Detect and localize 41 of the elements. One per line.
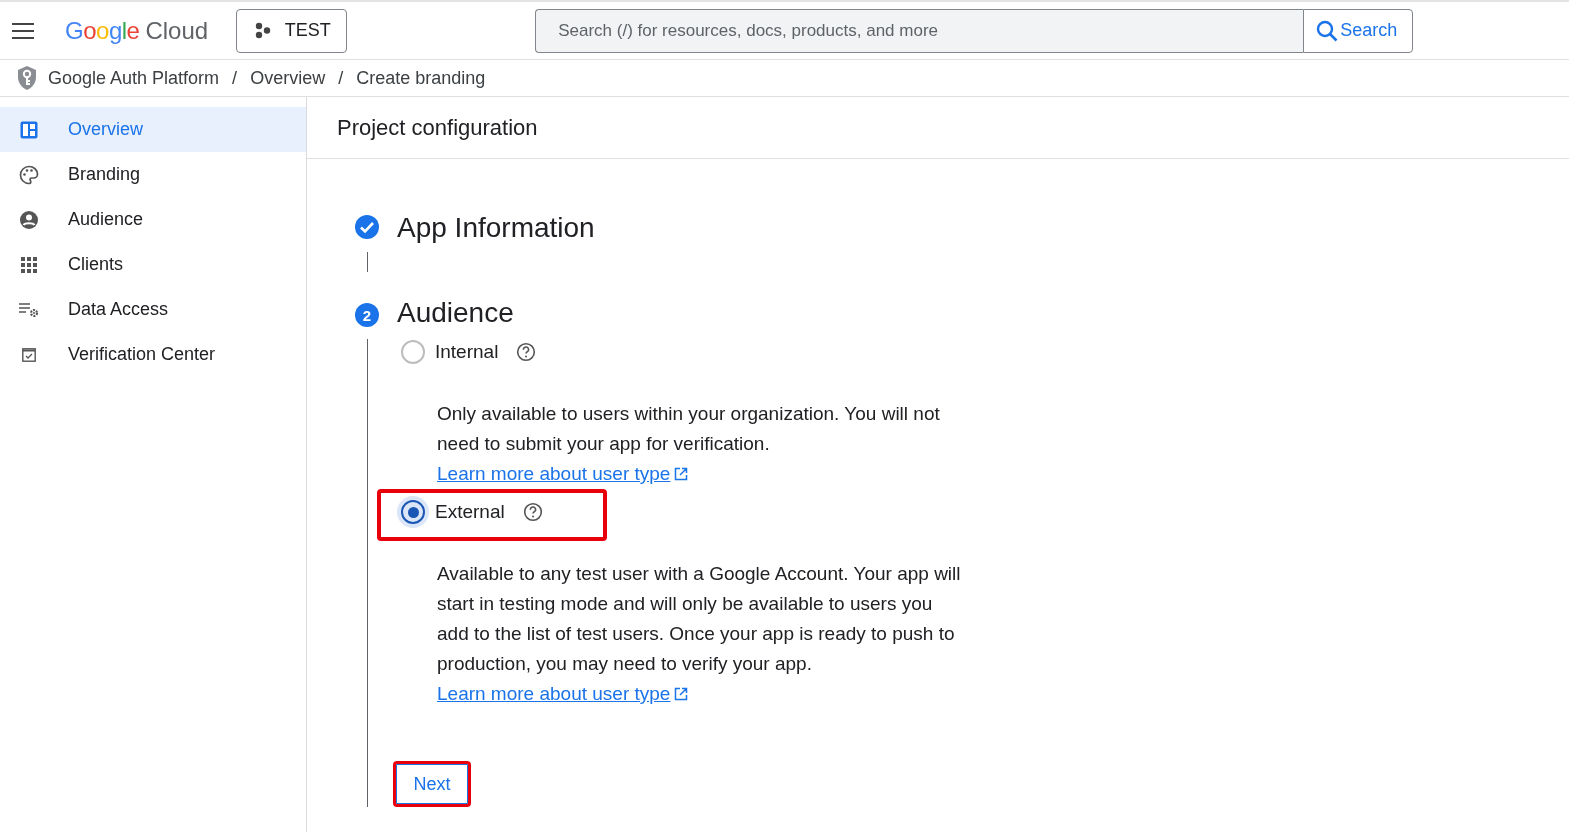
list-gear-icon	[19, 301, 39, 318]
person-icon	[19, 209, 39, 230]
help-icon[interactable]	[516, 342, 537, 362]
step-number: 2	[355, 303, 379, 327]
search-field[interactable]: Search (/) for resources, docs, products, and more	[535, 8, 1304, 53]
breadcrumb-link[interactable]: Overview	[250, 67, 326, 89]
page-title: Project configuration	[337, 114, 538, 141]
search-button[interactable]: Search	[1303, 8, 1414, 53]
grid-icon	[21, 256, 37, 273]
step-title: Audience	[397, 297, 515, 329]
breadcrumb-link[interactable]: Google Auth Platform	[48, 67, 220, 89]
checkbox-icon	[22, 347, 36, 362]
next-button[interactable]: Next	[393, 761, 471, 807]
radio-button[interactable]	[397, 496, 429, 528]
breadcrumb-link[interactable]: Create branding	[356, 67, 486, 89]
sidebar-item[interactable]: Audience	[0, 197, 306, 242]
sidebar-item[interactable]: Data Access	[0, 287, 306, 332]
external-link-icon	[674, 467, 689, 481]
step-title: App Information	[397, 212, 595, 244]
search-icon	[1316, 19, 1339, 42]
option-label: Internal	[435, 341, 499, 363]
learn-more-link[interactable]: Learn more about user type	[437, 463, 671, 484]
learn-more-link[interactable]: Learn more about user type	[437, 683, 671, 704]
sidebar-item[interactable]: Overview	[0, 107, 306, 152]
dashboard-icon	[20, 120, 38, 139]
project-picker[interactable]: TEST	[236, 8, 348, 53]
option-description: Only available to users within your organization. You will not need to submit your app for verification. Learn more about user type	[437, 402, 941, 486]
option-label: External	[435, 501, 505, 523]
sidebar-item[interactable]: Clients	[0, 242, 306, 287]
breadcrumb-separator: /	[338, 67, 344, 89]
logo-text[interactable]: Google	[65, 16, 140, 45]
product-name: Cloud	[145, 16, 209, 45]
breadcrumb-separator: /	[232, 67, 238, 89]
option-description: Available to any test user with a Google Account. Your app will start in testing mode and will only be available to users you add to the list of test users. Once your app is ready to push to production, you may need to verify your app. Learn more about user type	[437, 562, 962, 706]
sidebar-item[interactable]: Verification Center	[0, 332, 306, 377]
help-icon[interactable]	[522, 502, 543, 522]
external-link-icon	[674, 687, 689, 701]
menu-icon[interactable]	[11, 21, 35, 40]
palette-icon	[19, 164, 39, 185]
shield-key-icon	[16, 65, 38, 91]
sidebar-item[interactable]: Branding	[0, 152, 306, 197]
